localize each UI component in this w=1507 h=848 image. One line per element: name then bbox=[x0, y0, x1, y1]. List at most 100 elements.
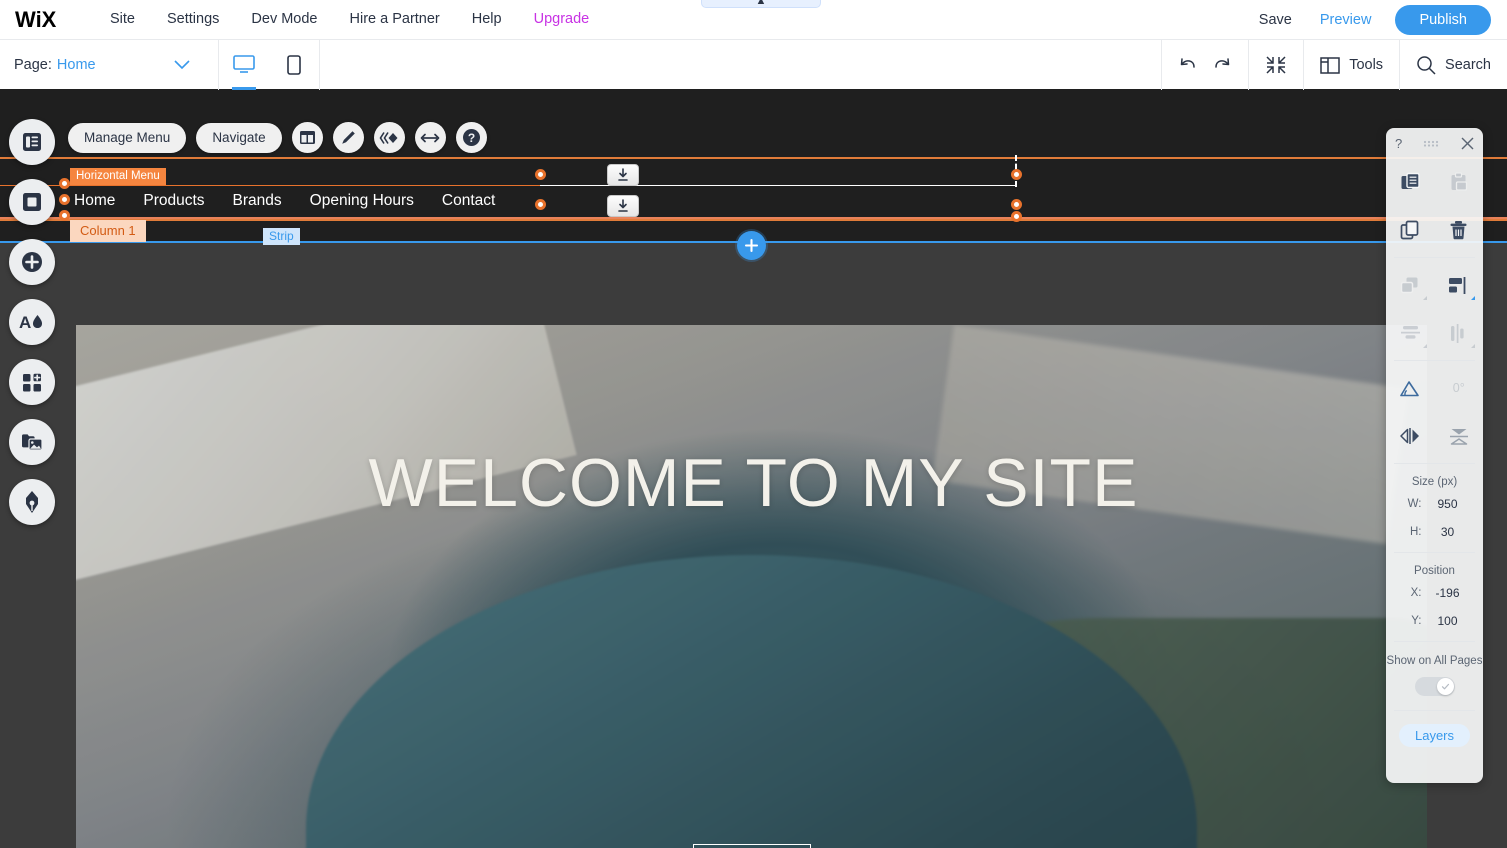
mobile-view-button[interactable] bbox=[269, 40, 319, 90]
element-tag-strip: Strip bbox=[263, 228, 300, 245]
hero-overlay bbox=[76, 325, 1427, 848]
x-field-row: X: -196 bbox=[1386, 582, 1483, 610]
resize-handle-bottom-right[interactable] bbox=[1011, 211, 1022, 222]
pages-icon bbox=[21, 131, 43, 153]
height-label: H: bbox=[1410, 526, 1422, 538]
resize-handle-left-bottom[interactable] bbox=[59, 210, 70, 221]
top-nav: Site Settings Dev Mode Hire a Partner He… bbox=[94, 0, 605, 39]
site-menu-item-brands[interactable]: Brands bbox=[233, 192, 282, 210]
resize-handle-middle-right[interactable] bbox=[1011, 199, 1022, 210]
panel-actions-grid bbox=[1386, 158, 1483, 254]
rotation-value-field[interactable]: 0° bbox=[1435, 364, 1484, 412]
mobile-icon bbox=[287, 54, 301, 75]
topnav-hire-a-partner[interactable]: Hire a Partner bbox=[334, 0, 456, 39]
stretch-button[interactable] bbox=[414, 122, 446, 153]
topnav-dev-mode[interactable]: Dev Mode bbox=[235, 0, 333, 39]
wix-logo[interactable]: WiX bbox=[14, 7, 68, 33]
help-button[interactable]: ? bbox=[455, 122, 487, 153]
divider bbox=[1394, 463, 1475, 464]
topnav-settings[interactable]: Settings bbox=[151, 0, 235, 39]
push-down-button-bottom[interactable] bbox=[607, 195, 639, 217]
show-on-all-pages-label: Show on All Pages bbox=[1386, 655, 1483, 667]
publish-button[interactable]: Publish bbox=[1395, 4, 1491, 35]
align-button[interactable] bbox=[1435, 261, 1484, 309]
show-on-all-pages-toggle[interactable] bbox=[1414, 677, 1455, 696]
resize-handle-left-middle[interactable] bbox=[59, 194, 70, 205]
site-menu-item-products[interactable]: Products bbox=[143, 192, 204, 210]
notification-bar-collapsed[interactable]: ▲ bbox=[701, 0, 821, 8]
delete-button[interactable] bbox=[1435, 206, 1484, 254]
resize-handle-left-top[interactable] bbox=[59, 178, 70, 189]
page-selector[interactable]: Page: Home bbox=[0, 40, 218, 90]
hero-learn-more-button[interactable]: Learn More bbox=[693, 844, 811, 848]
page-selector-label: Page: bbox=[14, 56, 52, 73]
hero-background-image bbox=[76, 325, 1427, 848]
sidebar-menus-pages[interactable] bbox=[9, 119, 55, 165]
site-menu-item-opening-hours[interactable]: Opening Hours bbox=[310, 192, 414, 210]
add-section-button[interactable] bbox=[737, 231, 766, 260]
width-label: W: bbox=[1407, 498, 1422, 510]
navigate-button[interactable]: Navigate bbox=[196, 122, 282, 153]
layout-button[interactable] bbox=[291, 122, 323, 153]
tools-button[interactable]: Tools bbox=[1303, 40, 1399, 90]
desktop-view-button[interactable] bbox=[219, 40, 269, 90]
resize-handle-top-right[interactable] bbox=[1011, 169, 1022, 180]
resize-handle-bottom-left[interactable] bbox=[535, 199, 546, 210]
flip-horizontal-button[interactable] bbox=[1386, 412, 1435, 460]
rotate-button[interactable] bbox=[1386, 364, 1435, 412]
manage-menu-button[interactable]: Manage Menu bbox=[68, 122, 187, 153]
layers-button[interactable]: Layers bbox=[1398, 724, 1471, 747]
height-input[interactable]: 30 bbox=[1428, 525, 1468, 539]
sidebar-blog[interactable] bbox=[9, 479, 55, 525]
site-menu-item-home[interactable]: Home bbox=[74, 192, 115, 210]
topnav-site[interactable]: Site bbox=[94, 0, 151, 39]
sidebar-add[interactable] bbox=[9, 239, 55, 285]
sidebar-theme-manager[interactable]: A bbox=[9, 299, 55, 345]
svg-text:?: ? bbox=[467, 131, 474, 145]
topnav-help[interactable]: Help bbox=[456, 0, 518, 39]
flip-vertical-button[interactable] bbox=[1435, 412, 1484, 460]
width-input[interactable]: 950 bbox=[1428, 497, 1468, 511]
hero-section[interactable] bbox=[76, 325, 1427, 848]
search-button[interactable]: Search bbox=[1399, 40, 1507, 90]
desktop-icon bbox=[233, 55, 255, 74]
element-tag-horizontal-menu: Horizontal Menu bbox=[70, 168, 166, 185]
redo-icon[interactable] bbox=[1212, 56, 1232, 74]
zoom-out-button[interactable] bbox=[1248, 40, 1303, 90]
animation-icon bbox=[379, 131, 399, 145]
site-menu-item-contact[interactable]: Contact bbox=[442, 192, 495, 210]
divider bbox=[1394, 552, 1475, 553]
site-horizontal-menu[interactable]: Home Products Brands Opening Hours Conta… bbox=[74, 189, 523, 213]
svg-text:WiX: WiX bbox=[15, 9, 57, 31]
chevron-down-icon bbox=[174, 59, 190, 70]
rotate-icon bbox=[1399, 379, 1421, 398]
copy-style-button[interactable] bbox=[1386, 158, 1435, 206]
sidebar-background[interactable] bbox=[9, 179, 55, 225]
undo-icon[interactable] bbox=[1178, 56, 1198, 74]
duplicate-button[interactable] bbox=[1386, 206, 1435, 254]
topnav-upgrade[interactable]: Upgrade bbox=[518, 0, 606, 39]
push-down-button-top[interactable] bbox=[607, 164, 639, 186]
element-settings-panel[interactable]: ? 0° Size (px) W: 950 H: 30 Position X: … bbox=[1386, 128, 1483, 783]
save-button[interactable]: Save bbox=[1245, 12, 1306, 28]
drag-handle-icon[interactable] bbox=[1423, 139, 1440, 148]
device-toggle bbox=[219, 40, 319, 90]
distribute-vertical-icon bbox=[1449, 323, 1468, 344]
x-input[interactable]: -196 bbox=[1428, 586, 1468, 600]
align-icon bbox=[1448, 276, 1469, 295]
height-field-row: H: 30 bbox=[1386, 521, 1483, 549]
close-icon[interactable] bbox=[1461, 137, 1474, 150]
resize-handle-top-left[interactable] bbox=[535, 169, 546, 180]
sidebar-apps[interactable] bbox=[9, 359, 55, 405]
preview-button[interactable]: Preview bbox=[1306, 12, 1386, 28]
distribute-horizontal-button bbox=[1386, 309, 1435, 357]
design-button[interactable] bbox=[332, 122, 364, 153]
pen-icon bbox=[24, 490, 40, 514]
sidebar-my-uploads[interactable] bbox=[9, 419, 55, 465]
question-mark-icon[interactable]: ? bbox=[1395, 136, 1402, 151]
editor-stage[interactable]: Horizontal Menu Column 1 Strip Home Prod… bbox=[0, 89, 1507, 848]
stretch-icon bbox=[420, 132, 440, 144]
animation-button[interactable] bbox=[373, 122, 405, 153]
divider bbox=[319, 39, 320, 90]
y-input[interactable]: 100 bbox=[1428, 614, 1468, 628]
